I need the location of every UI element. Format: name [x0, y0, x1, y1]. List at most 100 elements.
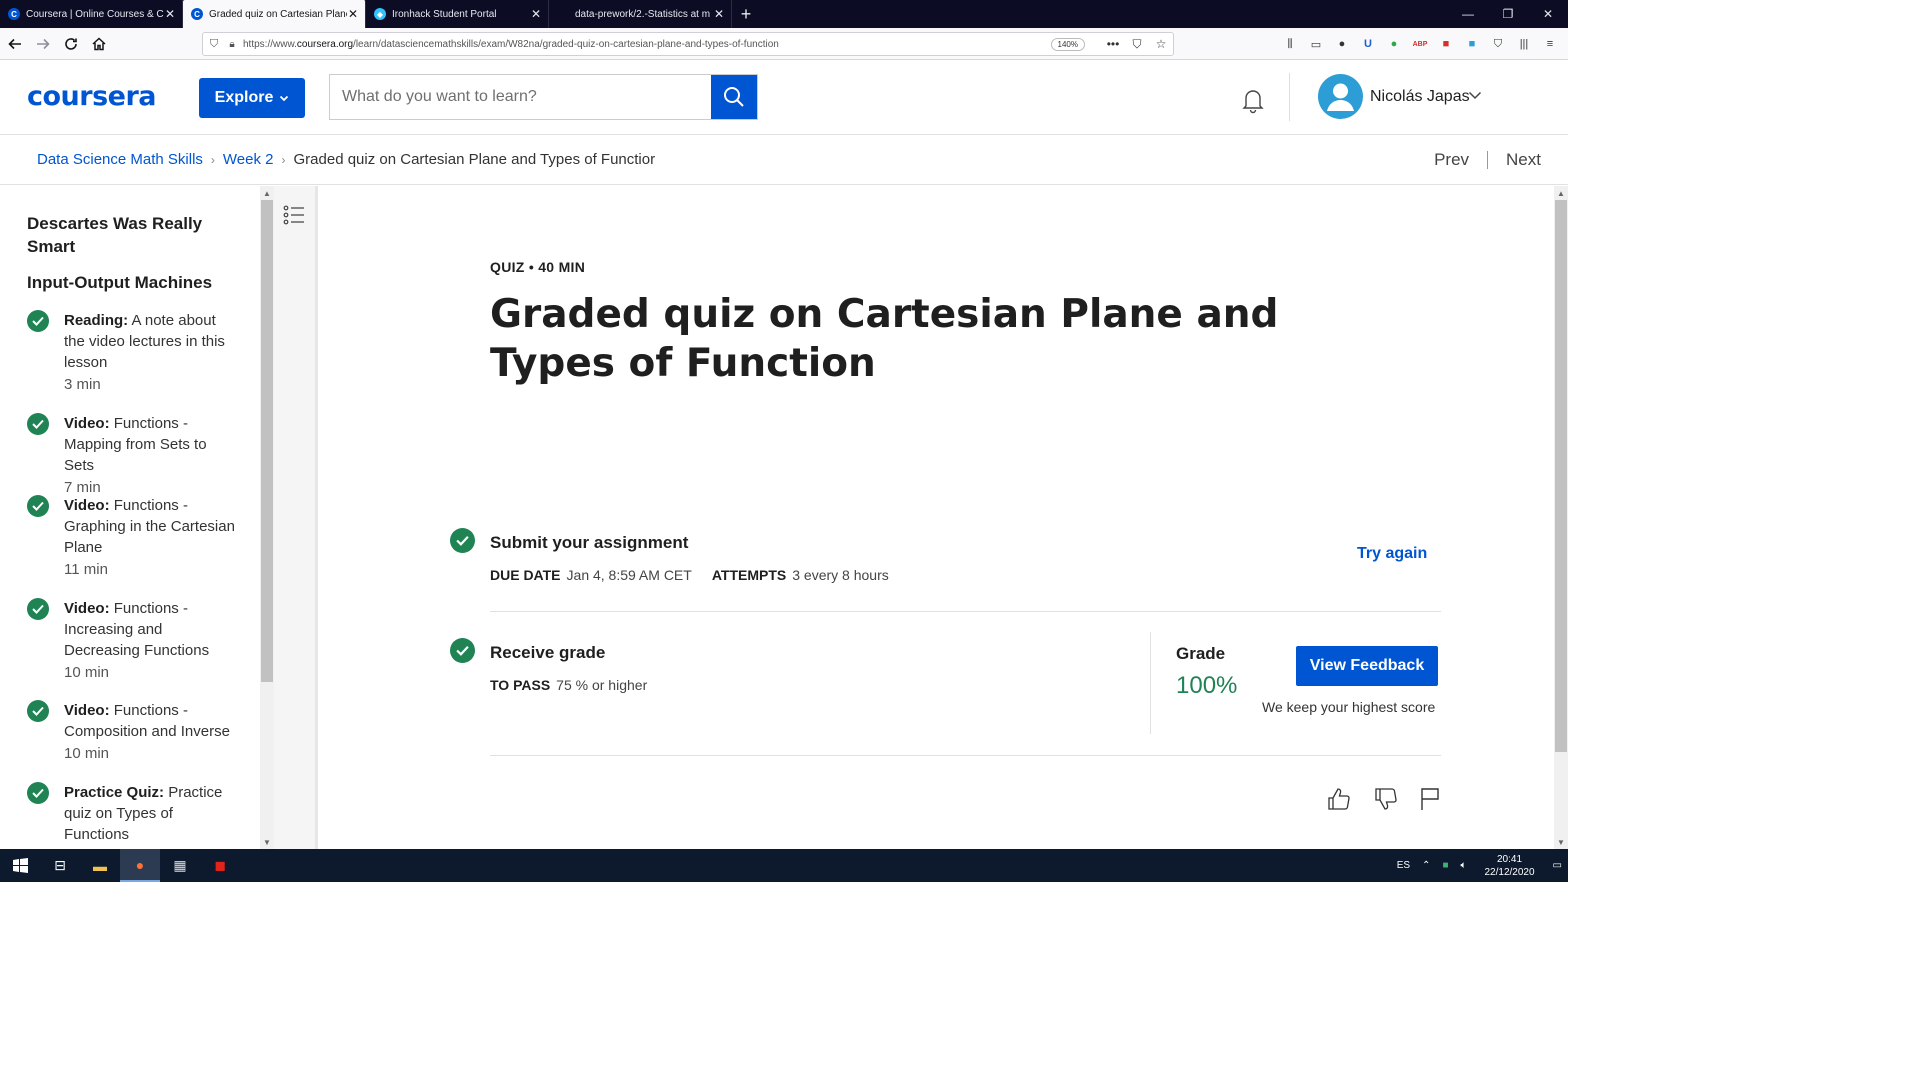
- back-icon[interactable]: [2, 31, 28, 57]
- tab-coursera-home[interactable]: C Coursera | Online Courses & Cr ✕: [0, 0, 183, 28]
- windows-start-icon[interactable]: [0, 849, 40, 882]
- lock-icon[interactable]: 🔒︎: [225, 39, 239, 50]
- account-icon[interactable]: ●: [1332, 34, 1352, 54]
- thumbs-up-icon[interactable]: [1326, 786, 1352, 812]
- sidebar-icon[interactable]: ▭: [1306, 34, 1326, 54]
- scroll-thumb[interactable]: [1555, 200, 1567, 752]
- breadcrumb: Data Science Math Skills › Week 2 › Grad…: [0, 135, 1568, 185]
- close-tab-icon[interactable]: ✕: [530, 7, 542, 21]
- prev-link[interactable]: Prev: [1434, 150, 1469, 170]
- github-favicon-icon: [557, 8, 569, 20]
- tray-chevron-up-icon[interactable]: ⌃: [1422, 860, 1430, 871]
- clock[interactable]: 20:41 22/12/2020: [1484, 853, 1534, 879]
- scroll-thumb[interactable]: [261, 200, 273, 682]
- extension-red-icon[interactable]: ■: [1436, 34, 1456, 54]
- tab-graded-quiz[interactable]: C Graded quiz on Cartesian Plane ✕: [183, 0, 366, 28]
- chevron-down-icon: [280, 95, 289, 102]
- minimize-icon[interactable]: —: [1448, 0, 1488, 28]
- address-bar[interactable]: ⛉ 🔒︎ https://www.coursera.org/learn/data…: [202, 32, 1174, 56]
- close-tab-icon[interactable]: ✕: [164, 7, 176, 21]
- item-type: Practice Quiz:: [64, 784, 165, 801]
- volume-icon[interactable]: 🔈︎: [1460, 860, 1466, 871]
- sidebar-scrollbar[interactable]: ▲ ▼: [260, 186, 274, 849]
- item-type: Reading:: [64, 312, 129, 329]
- user-name[interactable]: Nicolás Japas: [1370, 88, 1470, 106]
- extension-green-icon[interactable]: ●: [1384, 34, 1404, 54]
- forward-icon[interactable]: [30, 31, 56, 57]
- section-title-previous[interactable]: Descartes Was Really Smart: [27, 212, 227, 258]
- new-tab-icon[interactable]: +: [732, 0, 760, 28]
- extension-blue-icon[interactable]: ■: [1462, 34, 1482, 54]
- acrobat-icon[interactable]: ◼: [200, 849, 240, 882]
- next-link[interactable]: Next: [1506, 150, 1541, 170]
- close-tab-icon[interactable]: ✕: [347, 7, 359, 21]
- scroll-up-icon[interactable]: ▲: [260, 186, 274, 200]
- security-icon[interactable]: ■: [1442, 860, 1448, 871]
- chevron-down-icon[interactable]: [1468, 89, 1482, 103]
- quiz-main: QUIZ • 40 MIN Graded quiz on Cartesian P…: [320, 186, 1554, 849]
- reload-icon[interactable]: [58, 31, 84, 57]
- browser-nav-bar: ⛉ 🔒︎ https://www.coursera.org/learn/data…: [0, 28, 1568, 60]
- avatar[interactable]: [1318, 74, 1363, 119]
- library-icon[interactable]: ⫼: [1280, 34, 1300, 54]
- item-duration: 11 min: [64, 561, 108, 578]
- calculator-icon[interactable]: ▦: [160, 849, 200, 882]
- ironhack-favicon-icon: ◆: [374, 8, 386, 20]
- sidebar-item-text: Reading: A note about the video lectures…: [64, 310, 239, 395]
- task-view-icon[interactable]: ⊟: [40, 849, 80, 882]
- check-circle-icon: [450, 638, 475, 663]
- flag-icon[interactable]: [1417, 786, 1443, 812]
- search-bar: [329, 74, 758, 120]
- scroll-up-icon[interactable]: ▲: [1554, 186, 1568, 200]
- windows-taskbar: ⊟ ▬ ● ▦ ◼ ES ⌃ ■ 🔈︎ 20:41 22/12/2020 ▭: [0, 849, 1568, 882]
- tracking-shield-icon[interactable]: ⛉: [203, 38, 225, 51]
- extension-u-icon[interactable]: U: [1358, 34, 1378, 54]
- grade-label: Grade: [1176, 644, 1226, 663]
- try-again-button[interactable]: Try again: [1357, 545, 1427, 563]
- coursera-favicon-icon: C: [8, 8, 20, 20]
- url-prefix: https://www.: [243, 38, 297, 50]
- content-toolbar: [274, 186, 318, 849]
- adblock-icon[interactable]: ABP: [1410, 34, 1430, 54]
- page-actions-icon[interactable]: •••: [1101, 37, 1125, 51]
- tab-github[interactable]: data-prework/2.-Statistics at m ✕: [549, 0, 732, 28]
- tab-ironhack[interactable]: ◆ Ironhack Student Portal ✕: [366, 0, 549, 28]
- scroll-down-icon[interactable]: ▼: [260, 835, 274, 849]
- language-indicator[interactable]: ES: [1397, 860, 1410, 871]
- search-input[interactable]: [330, 75, 711, 119]
- check-circle-icon: [27, 700, 49, 722]
- firefox-icon[interactable]: ●: [120, 849, 160, 882]
- thumbs-down-icon[interactable]: [1373, 786, 1399, 812]
- breadcrumb-week-link[interactable]: Week 2: [223, 151, 274, 168]
- breadcrumb-current: Graded quiz on Cartesian Plane and Types…: [293, 151, 656, 168]
- section-title[interactable]: Input-Output Machines: [27, 271, 212, 294]
- explore-button[interactable]: Explore: [199, 78, 305, 118]
- view-feedback-button[interactable]: View Feedback: [1296, 646, 1438, 686]
- bookmark-star-icon[interactable]: ☆: [1149, 37, 1173, 51]
- breadcrumb-course-link[interactable]: Data Science Math Skills: [37, 151, 203, 168]
- close-window-icon[interactable]: ✕: [1528, 0, 1568, 28]
- tab-title: data-prework/2.-Statistics at m: [575, 8, 711, 20]
- to-pass-value: 75 % or higher: [556, 677, 648, 693]
- file-explorer-icon[interactable]: ▬: [80, 849, 120, 882]
- notifications-icon[interactable]: ▭: [1553, 860, 1562, 871]
- zoom-indicator[interactable]: 140%: [1050, 37, 1085, 51]
- extension-bars-icon[interactable]: |||: [1514, 34, 1534, 54]
- browser-tab-bar: C Coursera | Online Courses & Cr ✕ C Gra…: [0, 0, 1568, 28]
- notifications-bell-icon[interactable]: [1238, 85, 1268, 115]
- url-text[interactable]: https://www.coursera.org/learn/datascien…: [239, 39, 1051, 50]
- menu-icon[interactable]: ≡: [1540, 34, 1560, 54]
- item-type: Video:: [64, 415, 110, 432]
- coursera-logo[interactable]: coursera: [27, 81, 157, 112]
- close-tab-icon[interactable]: ✕: [713, 7, 725, 21]
- pocket-icon[interactable]: ⛉: [1125, 37, 1149, 52]
- page-scrollbar[interactable]: ▲ ▼: [1554, 186, 1568, 849]
- url-domain: coursera.org: [296, 38, 354, 50]
- list-menu-icon[interactable]: [283, 205, 305, 230]
- extension-shield-icon[interactable]: ⛉: [1488, 34, 1508, 54]
- restore-icon[interactable]: ❐: [1488, 0, 1528, 28]
- home-icon[interactable]: [86, 31, 112, 57]
- scroll-down-icon[interactable]: ▼: [1554, 835, 1568, 849]
- highest-score-note: We keep your highest score: [1262, 699, 1436, 715]
- search-button[interactable]: [711, 75, 757, 119]
